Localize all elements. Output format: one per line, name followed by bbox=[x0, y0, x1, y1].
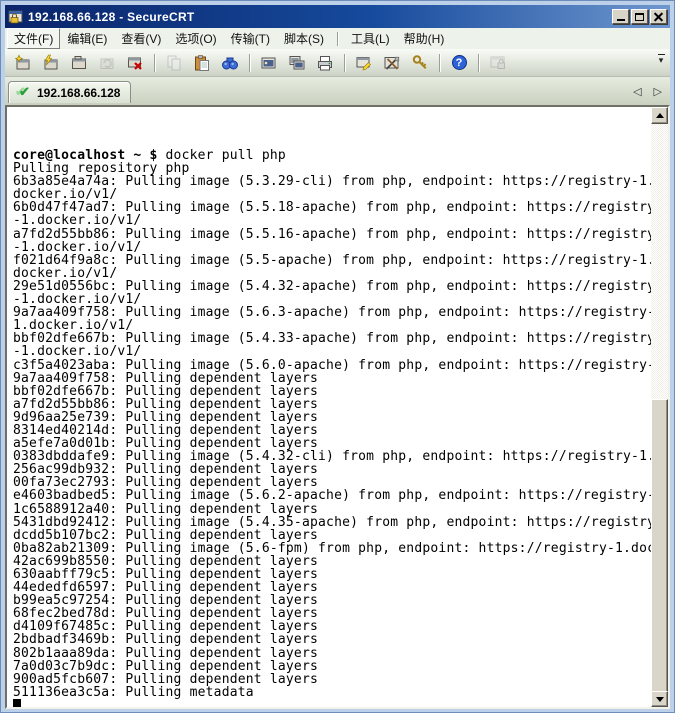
scroll-up-arrow-icon bbox=[656, 113, 664, 118]
vertical-scrollbar[interactable] bbox=[651, 107, 668, 707]
disconnect-icon[interactable] bbox=[123, 52, 147, 74]
session-tab-label: 192.168.66.128 bbox=[37, 86, 120, 100]
cursor-line bbox=[13, 699, 651, 707]
window-title: 192.168.66.128 - SecureCRT bbox=[28, 10, 608, 24]
terminal-line: 900ad5fcb607: Pulling dependent layers bbox=[13, 673, 651, 686]
menu-transfer[interactable]: 传输(T) bbox=[224, 28, 277, 49]
menu-options[interactable]: 选项(O) bbox=[168, 28, 223, 49]
terminal-line: 2bdbadf3469b: Pulling dependent layers bbox=[13, 633, 651, 646]
menu-view[interactable]: 查看(V) bbox=[114, 28, 168, 49]
close-icon bbox=[654, 12, 663, 21]
terminal-line: docker.io/v1/ bbox=[13, 267, 651, 280]
securecrt-window: 192.168.66.128 - SecureCRT 文件(F) 编辑(E) 查… bbox=[0, 0, 675, 713]
terminal-line: 9d96aa25e739: Pulling dependent layers bbox=[13, 411, 651, 424]
terminal-line: -1.docker.io/v1/ bbox=[13, 241, 651, 254]
menu-file[interactable]: 文件(F) bbox=[7, 28, 60, 49]
connect-in-tab-icon[interactable] bbox=[67, 52, 91, 74]
help-icon[interactable]: ? bbox=[447, 52, 471, 74]
maximize-button[interactable] bbox=[631, 9, 648, 24]
toolbar: ? ▾ bbox=[5, 49, 670, 77]
terminal-line: -1.docker.io/v1/ bbox=[13, 345, 651, 358]
toolbar-separator bbox=[344, 54, 345, 72]
tab-scroll-left-icon[interactable]: ◁ bbox=[633, 87, 641, 98]
terminal-line: c3f5a4023aba: Pulling image (5.6.0-apach… bbox=[13, 359, 651, 372]
scroll-down-arrow-icon bbox=[656, 697, 664, 702]
session-options-icon[interactable] bbox=[352, 52, 376, 74]
key-agent-icon[interactable] bbox=[408, 52, 432, 74]
toolbar-separator bbox=[154, 54, 155, 72]
terminal-text: core@localhost ~ $ docker pull php Pulli… bbox=[7, 107, 651, 707]
menu-edit[interactable]: 编辑(E) bbox=[60, 28, 114, 49]
maximize-icon bbox=[635, 13, 644, 21]
toolbar-separator bbox=[478, 54, 479, 72]
scroll-up-button[interactable] bbox=[651, 107, 668, 124]
connect-icon[interactable] bbox=[11, 52, 35, 74]
terminal-line: 7a0d03c7b9dc: Pulling dependent layers bbox=[13, 660, 651, 673]
menu-tools[interactable]: 工具(L) bbox=[344, 28, 397, 49]
terminal-line: 511136ea3c5a: Pulling metadata bbox=[13, 686, 651, 699]
minimize-button[interactable] bbox=[612, 9, 629, 24]
terminal-line: 5431dbd92412: Pulling image (5.4.35-apac… bbox=[13, 516, 651, 529]
terminal-line: 9a7aa409f758: Pulling dependent layers bbox=[13, 372, 651, 385]
terminal-line: dcdd5b107bc2: Pulling dependent layers bbox=[13, 529, 651, 542]
close-button[interactable] bbox=[650, 9, 667, 24]
global-options-icon[interactable] bbox=[380, 52, 404, 74]
menu-help[interactable]: 帮助(H) bbox=[397, 28, 452, 49]
toolbar-separator bbox=[249, 54, 250, 72]
toolbar-separator bbox=[439, 54, 440, 72]
terminal-line: -1.docker.io/v1/ bbox=[13, 214, 651, 227]
minimize-icon bbox=[617, 19, 625, 21]
toolbar-overflow-chevron-icon[interactable]: ▾ bbox=[655, 54, 667, 65]
menu-script[interactable]: 脚本(S) bbox=[277, 28, 331, 49]
paste-icon[interactable] bbox=[190, 52, 214, 74]
terminal-output: Pulling repository php6b3a85e4a74a: Pull… bbox=[13, 162, 651, 699]
locked-session-icon[interactable] bbox=[486, 52, 510, 74]
terminal-screen[interactable]: core@localhost ~ $ docker pull php Pulli… bbox=[5, 105, 670, 709]
tab-bar: ✔✔ 192.168.66.128 ◁ ▷ bbox=[5, 77, 670, 105]
terminal-line: e4603badbed5: Pulling image (5.6.2-apach… bbox=[13, 489, 651, 502]
terminal-line: bbf02dfe667b: Pulling dependent layers bbox=[13, 385, 651, 398]
reconnect-icon[interactable] bbox=[95, 52, 119, 74]
scrollbar-thumb[interactable] bbox=[651, 399, 668, 695]
window-controls bbox=[612, 9, 667, 24]
clone-session-icon[interactable] bbox=[285, 52, 309, 74]
find-icon[interactable] bbox=[218, 52, 242, 74]
terminal-line: 0ba82ab21309: Pulling image (5.6-fpm) fr… bbox=[13, 542, 651, 555]
terminal-line: a7fd2d55bb86: Pulling image (5.5.16-apac… bbox=[13, 228, 651, 241]
quick-connect-icon[interactable] bbox=[39, 52, 63, 74]
copy-icon[interactable] bbox=[162, 52, 186, 74]
tab-scroll-right-icon[interactable]: ▷ bbox=[654, 87, 662, 98]
scroll-down-button[interactable] bbox=[651, 691, 668, 707]
menu-separator bbox=[337, 32, 338, 46]
terminal-line: f021d64f9a8c: Pulling image (5.5-apache)… bbox=[13, 254, 651, 267]
connected-check-icon: ✔✔ bbox=[15, 86, 32, 100]
tab-scroll-controls: ◁ ▷ bbox=[633, 87, 662, 98]
menu-bar: 文件(F) 编辑(E) 查看(V) 选项(O) 传输(T) 脚本(S) 工具(L… bbox=[5, 28, 670, 49]
terminal-line: 802b1aaa89da: Pulling dependent layers bbox=[13, 647, 651, 660]
terminal-line: a7fd2d55bb86: Pulling dependent layers bbox=[13, 398, 651, 411]
print-icon[interactable] bbox=[313, 52, 337, 74]
session-window-icon[interactable] bbox=[257, 52, 281, 74]
terminal-line: 1c6588912a40: Pulling dependent layers bbox=[13, 503, 651, 516]
title-bar: 192.168.66.128 - SecureCRT bbox=[5, 5, 670, 28]
app-icon[interactable] bbox=[8, 9, 24, 25]
help-question-glyph: ? bbox=[452, 55, 467, 70]
terminal-cursor bbox=[13, 699, 21, 707]
session-tab[interactable]: ✔✔ 192.168.66.128 bbox=[8, 81, 131, 103]
